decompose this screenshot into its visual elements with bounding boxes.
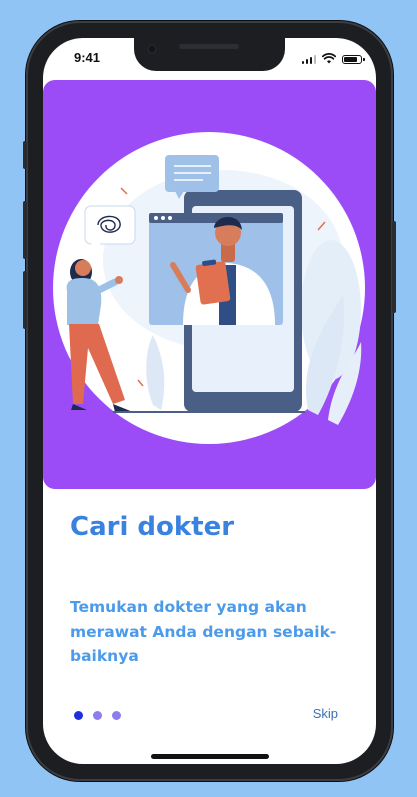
volume-up-button — [23, 201, 27, 259]
onboarding-description: Temukan dokter yang akan merawat Anda de… — [70, 598, 337, 665]
volume-down-button — [23, 271, 27, 329]
phone-screen: 9:41 Cari dokter Temukan dokter yang aka… — [43, 38, 376, 764]
power-button — [392, 221, 396, 313]
doctor-consultation-illustration — [53, 132, 365, 444]
battery-icon — [342, 55, 365, 64]
earpiece-speaker — [179, 44, 239, 49]
page-dot[interactable] — [74, 711, 83, 720]
home-indicator[interactable] — [151, 754, 269, 759]
notch — [134, 38, 285, 71]
onboarding-title: Cari dokter — [70, 512, 235, 542]
wifi-icon — [322, 53, 336, 64]
cellular-signal-icon — [301, 54, 316, 64]
status-time: 9:41 — [74, 50, 101, 65]
page-dot[interactable] — [112, 711, 121, 720]
battery-level — [344, 57, 357, 62]
page-dot[interactable] — [93, 711, 102, 720]
page-indicator[interactable] — [74, 711, 121, 720]
skip-button[interactable]: Skip — [313, 706, 338, 721]
front-camera — [147, 44, 157, 54]
phone-frame: 9:41 Cari dokter Temukan dokter yang aka… — [23, 21, 396, 781]
onboarding-hero — [43, 80, 376, 489]
status-icons — [301, 52, 365, 64]
mute-switch — [23, 141, 27, 169]
